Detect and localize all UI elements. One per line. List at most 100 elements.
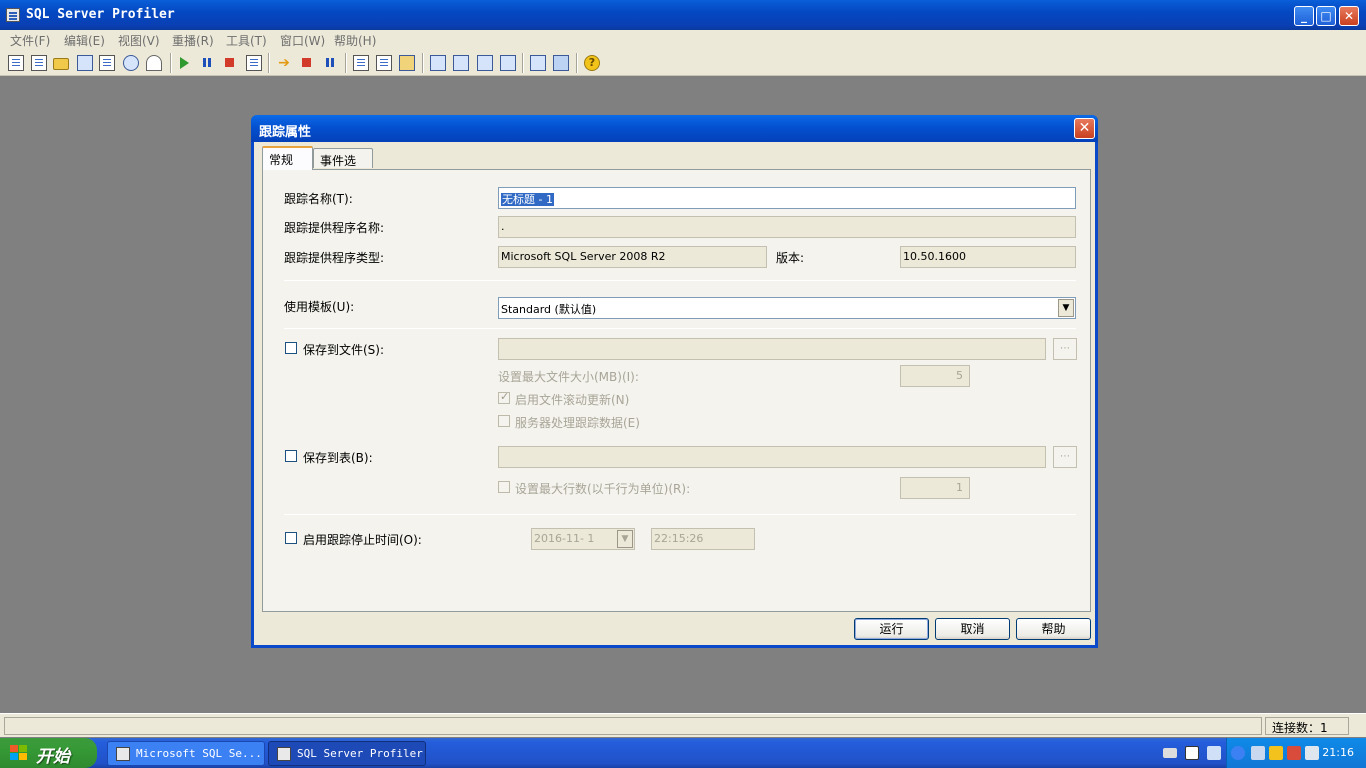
max-rows-checkbox xyxy=(498,481,510,493)
filter-icon[interactable] xyxy=(399,55,415,71)
menu-view[interactable]: 视图(V) xyxy=(118,32,160,49)
help-icon[interactable]: ? xyxy=(584,55,600,71)
trace-name-label: 跟踪名称(T): xyxy=(284,192,353,206)
close-button[interactable]: ✕ xyxy=(1339,6,1359,26)
menu-file[interactable]: 文件(F) xyxy=(10,32,50,49)
clear-icon[interactable] xyxy=(146,55,162,71)
menu-replay[interactable]: 重播(R) xyxy=(172,32,214,49)
provider-name-label: 跟踪提供程序名称: xyxy=(284,221,385,235)
tile-vertical-icon[interactable] xyxy=(477,55,493,71)
connections-count: 连接数：1 xyxy=(1265,717,1349,735)
antivirus-icon[interactable] xyxy=(1287,746,1301,760)
replay-pause-icon[interactable] xyxy=(322,55,338,71)
divider xyxy=(284,328,1076,329)
taskbar-item-profiler[interactable]: SQL Server Profiler xyxy=(268,741,426,766)
minimize-button[interactable]: _ xyxy=(1294,6,1314,26)
save-icon[interactable] xyxy=(77,55,93,71)
tab-events-selection[interactable]: 事件选择 xyxy=(313,148,373,185)
network-icon[interactable] xyxy=(1207,746,1221,760)
activity-icon[interactable] xyxy=(530,55,546,71)
task-label: Microsoft SQL Se... xyxy=(136,747,262,760)
start-button[interactable]: 开始 xyxy=(0,738,97,768)
find-icon[interactable] xyxy=(123,55,139,71)
dialog-title: 跟踪属性 xyxy=(259,125,312,140)
help-button[interactable]: 帮助 xyxy=(1016,618,1091,640)
divider xyxy=(284,280,1076,281)
stop-time-label: 启用跟踪停止时间(O): xyxy=(303,533,422,547)
stop-icon[interactable] xyxy=(222,55,238,71)
version-field: 10.50.1600 xyxy=(900,246,1076,268)
event-icon[interactable] xyxy=(353,55,369,71)
start-label: 开始 xyxy=(36,747,70,767)
save-to-table-label: 保存到表(B): xyxy=(303,451,373,465)
open-icon[interactable] xyxy=(53,58,69,70)
menu-tools[interactable]: 工具(T) xyxy=(226,32,267,49)
trace-name-input[interactable]: 无标题 - 1 xyxy=(498,187,1076,209)
new-template-icon[interactable] xyxy=(31,55,47,71)
pause-icon[interactable] xyxy=(199,55,215,71)
run-button[interactable]: 运行 xyxy=(854,618,929,640)
properties-icon[interactable] xyxy=(99,55,115,71)
save-to-table-checkbox[interactable] xyxy=(285,450,297,462)
toolbar-separator xyxy=(345,53,346,73)
windows-logo-icon xyxy=(10,745,28,761)
dialog-title-bar: 跟踪属性 ✕ xyxy=(251,115,1098,142)
divider xyxy=(284,514,1076,515)
taskbar: 开始 Microsoft SQL Se... SQL Server Profil… xyxy=(0,738,1366,768)
comment-icon[interactable] xyxy=(376,55,392,71)
menu-window[interactable]: 窗口(W) xyxy=(280,32,325,49)
save-to-file-checkbox[interactable] xyxy=(285,342,297,354)
template-label: 使用模板(U): xyxy=(284,300,355,314)
file-rollover-checkbox xyxy=(498,390,510,404)
template-select[interactable]: Standard (默认值) ▼ xyxy=(498,297,1076,319)
table-input xyxy=(498,446,1046,468)
toolbar-separator xyxy=(268,53,269,73)
dialog-close-button[interactable]: ✕ xyxy=(1074,118,1095,139)
version-label: 版本: xyxy=(776,251,805,265)
perfmon-icon[interactable] xyxy=(553,55,569,71)
stop-time-value: 22:15:26 xyxy=(654,532,704,545)
stop-time-checkbox[interactable] xyxy=(285,532,297,544)
stop-time-picker: 22:15:26 xyxy=(651,528,755,550)
app-icon xyxy=(6,8,20,22)
chevron-down-icon: ▼ xyxy=(617,530,633,548)
server-processes-checkbox xyxy=(498,415,510,427)
cascade-icon[interactable] xyxy=(430,55,446,71)
menu-edit[interactable]: 编辑(E) xyxy=(64,32,105,49)
security-shield-icon[interactable] xyxy=(1269,746,1283,760)
stop-date-value: 2016-11- 1 xyxy=(534,532,595,545)
step-icon[interactable] xyxy=(246,55,262,71)
keyboard-icon[interactable] xyxy=(1163,748,1177,758)
taskbar-item-management-studio[interactable]: Microsoft SQL Se... xyxy=(107,741,265,766)
replay-run-icon[interactable]: ➔ xyxy=(276,55,292,71)
toolbar-separator xyxy=(576,53,577,73)
help-tray-icon[interactable] xyxy=(1185,746,1199,760)
app-icon xyxy=(116,747,130,761)
cancel-button[interactable]: 取消 xyxy=(935,618,1010,640)
new-trace-icon[interactable] xyxy=(8,55,24,71)
maximize-button[interactable]: □ xyxy=(1316,6,1336,26)
file-path-input xyxy=(498,338,1046,360)
tile-horizontal-icon[interactable] xyxy=(453,55,469,71)
toolbar-separator xyxy=(522,53,523,73)
monitor-icon[interactable] xyxy=(1305,746,1319,760)
chevron-down-icon[interactable]: ▼ xyxy=(1058,299,1074,317)
trace-name-value: 无标题 - 1 xyxy=(501,193,554,206)
task-label: SQL Server Profiler xyxy=(297,747,423,760)
server-processes-label: 服务器处理跟踪数据(E) xyxy=(515,416,640,430)
toolbar-separator xyxy=(170,53,171,73)
tab-general[interactable]: 常规 xyxy=(262,146,313,170)
arrange-icon[interactable] xyxy=(500,55,516,71)
status-bar: 连接数：1 xyxy=(0,713,1366,737)
expand-tray-icon[interactable] xyxy=(1231,746,1245,760)
provider-type-field: Microsoft SQL Server 2008 R2 xyxy=(498,246,767,268)
menu-help[interactable]: 帮助(H) xyxy=(334,32,376,49)
user-icon[interactable] xyxy=(1251,746,1265,760)
trace-properties-dialog: 跟踪属性 ✕ 常规 事件选择 跟踪名称(T): 无标题 - 1 跟踪提供程序名称… xyxy=(251,115,1098,648)
run-icon[interactable] xyxy=(180,57,189,69)
stop-date-picker: 2016-11- 1 ▼ xyxy=(531,528,635,550)
system-tray: 21:16 xyxy=(1226,738,1366,768)
replay-stop-icon[interactable] xyxy=(299,55,315,71)
status-pane xyxy=(4,717,1262,735)
window-title: SQL Server Profiler xyxy=(26,7,175,22)
